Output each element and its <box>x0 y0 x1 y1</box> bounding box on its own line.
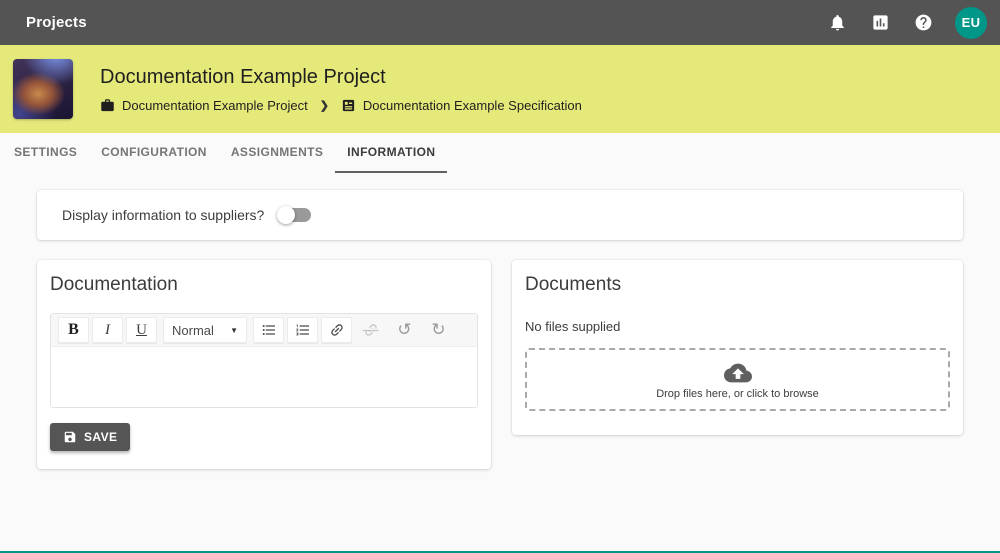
bullet-list-button[interactable] <box>253 317 284 343</box>
undo-button[interactable]: ↺ <box>389 317 420 343</box>
save-button[interactable]: SAVE <box>50 423 131 451</box>
breadcrumb-specification[interactable]: Documentation Example Specification <box>341 98 582 113</box>
editor-content-area[interactable] <box>51 347 477 407</box>
supplier-visibility-card: Display information to suppliers? <box>37 190 963 240</box>
user-avatar[interactable]: EU <box>955 6 987 39</box>
numbered-list-button[interactable] <box>287 317 318 343</box>
dropzone-label: Drop files here, or click to browse <box>656 388 819 400</box>
unlink-icon <box>362 324 378 336</box>
editor-toolbar: B I U Normal ▼ ↺ ↻ <box>51 314 477 347</box>
rich-text-editor: B I U Normal ▼ ↺ ↻ <box>50 313 478 408</box>
top-app-bar: Projects EU <box>0 0 1000 45</box>
link-button[interactable] <box>321 317 352 343</box>
breadcrumb-project-label: Documentation Example Project <box>122 97 308 113</box>
banner-text: Documentation Example Project Documentat… <box>100 66 582 113</box>
unlink-button[interactable] <box>355 317 386 343</box>
tab-bar: SETTINGS CONFIGURATION ASSIGNMENTS INFOR… <box>0 133 1000 173</box>
save-icon <box>64 431 76 443</box>
format-dropdown-value: Normal <box>172 322 214 338</box>
chevron-right-icon: ❯ <box>319 99 329 112</box>
chevron-down-icon: ▼ <box>230 325 238 335</box>
bold-button[interactable]: B <box>58 317 89 343</box>
specification-icon <box>342 99 355 111</box>
no-files-text: No files supplied <box>525 319 621 334</box>
project-thumbnail <box>13 59 73 119</box>
tab-information[interactable]: INFORMATION <box>335 133 448 173</box>
content-cards: Documentation B I U Normal ▼ ↺ ↻ SAVE Do… <box>37 260 963 469</box>
tab-settings[interactable]: SETTINGS <box>2 133 89 173</box>
link-icon <box>330 324 343 336</box>
file-dropzone[interactable]: Drop files here, or click to browse <box>525 348 950 411</box>
cloud-upload-icon <box>723 363 752 383</box>
project-banner: Documentation Example Project Documentat… <box>0 45 1000 133</box>
notifications-icon[interactable] <box>826 12 848 34</box>
page-title: Documentation Example Project <box>100 65 386 88</box>
italic-button[interactable]: I <box>92 317 123 343</box>
documents-title: Documents <box>525 274 622 295</box>
documentation-title: Documentation <box>50 274 178 295</box>
numbered-list-icon <box>295 324 309 336</box>
redo-button[interactable]: ↻ <box>423 317 454 343</box>
format-dropdown[interactable]: Normal ▼ <box>163 317 247 343</box>
documentation-card: Documentation B I U Normal ▼ ↺ ↻ SAVE <box>37 260 491 469</box>
documents-card: Documents No files supplied Drop files h… <box>512 260 963 435</box>
app-title: Projects <box>26 14 87 31</box>
briefcase-icon <box>101 98 114 111</box>
tab-assignments[interactable]: ASSIGNMENTS <box>219 133 335 173</box>
breadcrumb-project[interactable]: Documentation Example Project <box>100 98 308 113</box>
analytics-icon[interactable] <box>869 12 891 34</box>
topbar-actions: EU <box>826 6 987 39</box>
tab-configuration[interactable]: CONFIGURATION <box>89 133 219 173</box>
underline-button[interactable]: U <box>126 317 157 343</box>
breadcrumb: Documentation Example Project ❯ Document… <box>100 98 582 113</box>
breadcrumb-specification-label: Documentation Example Specification <box>362 97 582 113</box>
bullet-list-icon <box>262 325 275 335</box>
help-icon[interactable] <box>912 12 934 34</box>
supplier-toggle-switch[interactable] <box>277 205 313 225</box>
supplier-toggle-label: Display information to suppliers? <box>62 207 265 223</box>
save-button-label: SAVE <box>84 430 118 444</box>
